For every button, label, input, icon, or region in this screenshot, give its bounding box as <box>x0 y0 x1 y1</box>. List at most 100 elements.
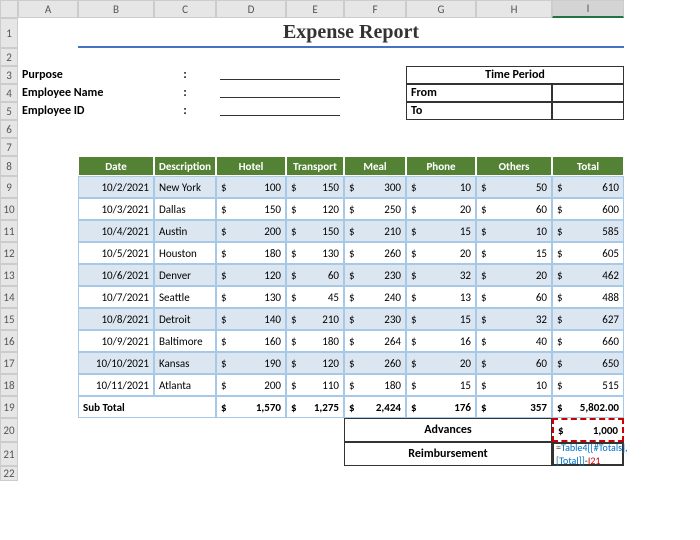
row-header-14[interactable]: 14 <box>0 286 18 308</box>
cell-phone[interactable]: $20 <box>406 242 476 264</box>
cell-hotel[interactable]: $180 <box>216 242 286 264</box>
row-header-16[interactable]: 16 <box>0 330 18 352</box>
advances-value[interactable]: $1,000 <box>552 418 624 442</box>
reimbursement-formula[interactable]: =Table4[[#Totals],[Total]]-I21 <box>552 442 624 466</box>
cell-transport[interactable]: $180 <box>286 330 344 352</box>
cell-desc[interactable]: Detroit <box>154 308 216 330</box>
row-header-17[interactable]: 17 <box>0 352 18 374</box>
cell-hotel[interactable]: $200 <box>216 220 286 242</box>
subtotal-hotel[interactable]: $1,570 <box>216 396 286 418</box>
cell-date[interactable]: 10/11/2021 <box>78 374 154 396</box>
row-header-21[interactable]: 21 <box>0 442 18 466</box>
subtotal-meal[interactable]: $2,424 <box>344 396 406 418</box>
cell-hotel[interactable]: $190 <box>216 352 286 374</box>
cell-transport[interactable]: $210 <box>286 308 344 330</box>
col-header-B[interactable]: B <box>78 0 154 18</box>
cell-phone[interactable]: $20 <box>406 198 476 220</box>
col-header-H[interactable]: H <box>476 0 552 18</box>
cell-others[interactable]: $60 <box>476 286 552 308</box>
cell-transport[interactable]: $120 <box>286 352 344 374</box>
cell-total[interactable]: $462 <box>552 264 624 286</box>
col-header-F[interactable]: F <box>344 0 406 18</box>
cell-others[interactable]: $60 <box>476 352 552 374</box>
row-header-6[interactable]: 6 <box>0 120 18 138</box>
cell-desc[interactable]: Seattle <box>154 286 216 308</box>
cell-hotel[interactable]: $200 <box>216 374 286 396</box>
row-header-8[interactable]: 8 <box>0 156 18 176</box>
col-header-G[interactable]: G <box>406 0 476 18</box>
cell-meal[interactable]: $260 <box>344 352 406 374</box>
from-input[interactable] <box>552 84 624 102</box>
cell-total[interactable]: $585 <box>552 220 624 242</box>
cell-phone[interactable]: $15 <box>406 374 476 396</box>
cell-date[interactable]: 10/10/2021 <box>78 352 154 374</box>
cell-phone[interactable]: $15 <box>406 220 476 242</box>
cell-total[interactable]: $488 <box>552 286 624 308</box>
cell-others[interactable]: $10 <box>476 374 552 396</box>
cell-others[interactable]: $50 <box>476 176 552 198</box>
row-header-22[interactable]: 22 <box>0 466 18 481</box>
cell-hotel[interactable]: $100 <box>216 176 286 198</box>
cell-date[interactable]: 10/6/2021 <box>78 264 154 286</box>
cell-phone[interactable]: $16 <box>406 330 476 352</box>
row-header-5[interactable]: 5 <box>0 102 18 120</box>
cell-others[interactable]: $60 <box>476 198 552 220</box>
cell-desc[interactable]: Austin <box>154 220 216 242</box>
cell-desc[interactable]: Denver <box>154 264 216 286</box>
row-header-7[interactable]: 7 <box>0 138 18 156</box>
cell-hotel[interactable]: $150 <box>216 198 286 220</box>
cell-desc[interactable]: Kansas <box>154 352 216 374</box>
select-all-corner[interactable] <box>0 0 18 18</box>
cell-total[interactable]: $600 <box>552 198 624 220</box>
cell-date[interactable]: 10/4/2021 <box>78 220 154 242</box>
cell-others[interactable]: $10 <box>476 220 552 242</box>
cell-hotel[interactable]: $160 <box>216 330 286 352</box>
table-header-description[interactable]: Description <box>154 156 216 176</box>
cell-transport[interactable]: $120 <box>286 198 344 220</box>
subtotal-total[interactable]: $5,802.00 <box>552 396 624 418</box>
cell-desc[interactable]: Baltimore <box>154 330 216 352</box>
subtotal-phone[interactable]: $176 <box>406 396 476 418</box>
cell-transport[interactable]: $150 <box>286 176 344 198</box>
table-header-others[interactable]: Others <box>476 156 552 176</box>
cell-meal[interactable]: $300 <box>344 176 406 198</box>
cell-desc[interactable]: New York <box>154 176 216 198</box>
cell-date[interactable]: 10/7/2021 <box>78 286 154 308</box>
cell-phone[interactable]: $10 <box>406 176 476 198</box>
purpose-input[interactable] <box>220 66 340 80</box>
cell-transport[interactable]: $150 <box>286 220 344 242</box>
cell-transport[interactable]: $130 <box>286 242 344 264</box>
cell-total[interactable]: $515 <box>552 374 624 396</box>
cell-total[interactable]: $605 <box>552 242 624 264</box>
cell-others[interactable]: $40 <box>476 330 552 352</box>
table-header-phone[interactable]: Phone <box>406 156 476 176</box>
cell-others[interactable]: $32 <box>476 308 552 330</box>
cell-meal[interactable]: $230 <box>344 308 406 330</box>
cell-meal[interactable]: $180 <box>344 374 406 396</box>
cell-others[interactable]: $20 <box>476 264 552 286</box>
cell-others[interactable]: $15 <box>476 242 552 264</box>
row-header-20[interactable]: 20 <box>0 418 18 442</box>
row-header-11[interactable]: 11 <box>0 220 18 242</box>
cell-phone[interactable]: $32 <box>406 264 476 286</box>
col-header-I[interactable]: I <box>552 0 624 18</box>
row-header-15[interactable]: 15 <box>0 308 18 330</box>
cell-meal[interactable]: $240 <box>344 286 406 308</box>
cell-transport[interactable]: $45 <box>286 286 344 308</box>
cell-transport[interactable]: $110 <box>286 374 344 396</box>
cell-meal[interactable]: $264 <box>344 330 406 352</box>
cell-phone[interactable]: $15 <box>406 308 476 330</box>
subtotal-others[interactable]: $357 <box>476 396 552 418</box>
cell-desc[interactable]: Houston <box>154 242 216 264</box>
table-header-meal[interactable]: Meal <box>344 156 406 176</box>
cell-hotel[interactable]: $130 <box>216 286 286 308</box>
table-header-transport[interactable]: Transport <box>286 156 344 176</box>
cell-date[interactable]: 10/3/2021 <box>78 198 154 220</box>
cell-total[interactable]: $660 <box>552 330 624 352</box>
cell-date[interactable]: 10/9/2021 <box>78 330 154 352</box>
row-header-18[interactable]: 18 <box>0 374 18 396</box>
row-header-13[interactable]: 13 <box>0 264 18 286</box>
cell-meal[interactable]: $230 <box>344 264 406 286</box>
row-header-2[interactable]: 2 <box>0 48 18 66</box>
table-header-hotel[interactable]: Hotel <box>216 156 286 176</box>
